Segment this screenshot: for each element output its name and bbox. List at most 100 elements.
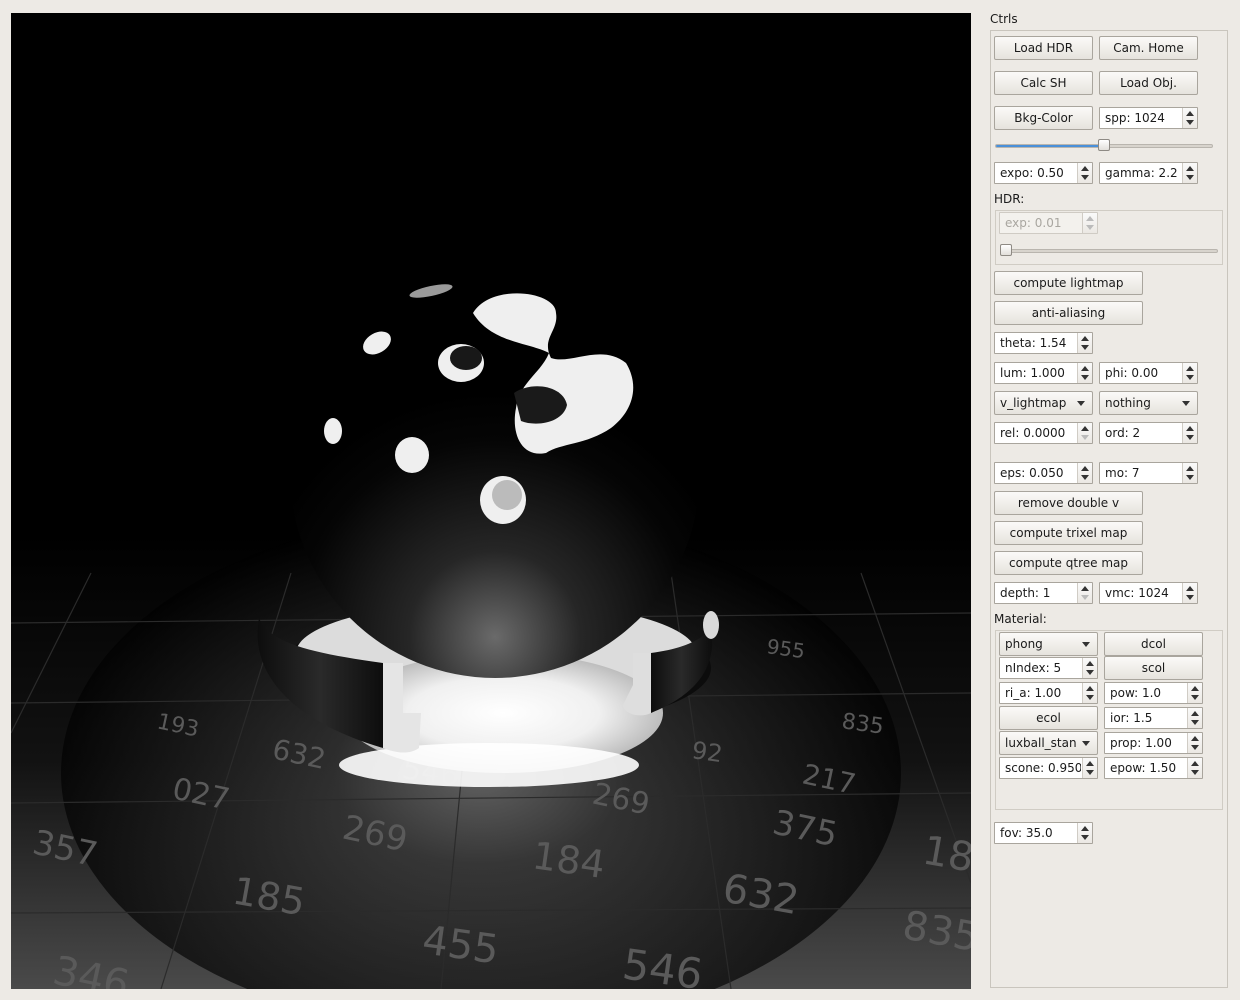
- spin-down-icon[interactable]: [1186, 595, 1194, 600]
- spin-down-icon[interactable]: [1086, 770, 1094, 775]
- spin-down-icon[interactable]: [1191, 770, 1199, 775]
- shader-select[interactable]: phong: [999, 632, 1098, 656]
- mo-spinbox[interactable]: mo: 7: [1099, 462, 1198, 484]
- hdr-slider-handle[interactable]: [1000, 244, 1012, 256]
- compute-qtree-map-button[interactable]: compute qtree map: [994, 551, 1143, 575]
- spin-up-icon[interactable]: [1086, 216, 1094, 221]
- load-hdr-button[interactable]: Load HDR: [994, 36, 1093, 60]
- remove-double-v-button[interactable]: remove double v: [994, 491, 1143, 515]
- load-obj-button[interactable]: Load Obj.: [1099, 71, 1198, 95]
- scone-spinbox[interactable]: scone: 0.950: [999, 757, 1098, 779]
- scol-button[interactable]: scol: [1104, 656, 1203, 680]
- spin-down-icon[interactable]: [1081, 475, 1089, 480]
- spin-down-icon[interactable]: [1081, 175, 1089, 180]
- luxball-select[interactable]: luxball_standard: [999, 731, 1098, 755]
- spin-down-icon[interactable]: [1086, 695, 1094, 700]
- epow-arrows[interactable]: [1187, 758, 1202, 778]
- vmc-arrows[interactable]: [1182, 583, 1197, 603]
- spin-down-icon[interactable]: [1081, 345, 1089, 350]
- ri-a-spinbox[interactable]: ri_a: 1.00: [999, 682, 1098, 704]
- hdr-slider[interactable]: [1000, 249, 1218, 253]
- spin-up-icon[interactable]: [1081, 826, 1089, 831]
- rel-arrows[interactable]: [1077, 423, 1092, 443]
- spin-down-icon[interactable]: [1081, 595, 1089, 600]
- vmc-spinbox[interactable]: vmc: 1024: [1099, 582, 1198, 604]
- spin-down-icon[interactable]: [1186, 435, 1194, 440]
- fov-arrows[interactable]: [1077, 823, 1092, 843]
- spin-up-icon[interactable]: [1186, 366, 1194, 371]
- depth-spinbox[interactable]: depth: 1: [994, 582, 1093, 604]
- spin-up-icon[interactable]: [1186, 466, 1194, 471]
- spin-up-icon[interactable]: [1191, 736, 1199, 741]
- spin-up-icon[interactable]: [1191, 761, 1199, 766]
- theta-arrows[interactable]: [1077, 333, 1092, 353]
- spin-up-icon[interactable]: [1081, 336, 1089, 341]
- pow-spinbox[interactable]: pow: 1.0: [1104, 682, 1203, 704]
- compute-trixel-map-button[interactable]: compute trixel map: [994, 521, 1143, 545]
- prop-spinbox[interactable]: prop: 1.00: [1104, 732, 1203, 754]
- spin-down-icon[interactable]: [1081, 835, 1089, 840]
- fov-spinbox[interactable]: fov: 35.0: [994, 822, 1093, 844]
- spin-up-icon[interactable]: [1186, 586, 1194, 591]
- theta-spinbox[interactable]: theta: 1.54: [994, 332, 1093, 354]
- spin-down-icon[interactable]: [1186, 120, 1194, 125]
- spp-slider-handle[interactable]: [1098, 139, 1110, 151]
- spin-up-icon[interactable]: [1186, 426, 1194, 431]
- gamma-spinbox[interactable]: gamma: 2.2: [1099, 162, 1198, 184]
- spin-up-icon[interactable]: [1086, 761, 1094, 766]
- hdr-exp-arrows[interactable]: [1082, 213, 1097, 233]
- expo-spinbox[interactable]: expo: 0.50: [994, 162, 1093, 184]
- spp-spinbox[interactable]: spp: 1024: [1099, 107, 1198, 129]
- anti-aliasing-button[interactable]: anti-aliasing: [994, 301, 1143, 325]
- spin-up-icon[interactable]: [1191, 711, 1199, 716]
- epow-spinbox[interactable]: epow: 1.50: [1104, 757, 1203, 779]
- depth-arrows[interactable]: [1077, 583, 1092, 603]
- spin-down-icon[interactable]: [1081, 375, 1089, 380]
- render-viewport[interactable]: 346 455 546 835 185 184 632 357 269 375 027 632 269 2…: [11, 13, 971, 989]
- eps-spinbox[interactable]: eps: 0.050: [994, 462, 1093, 484]
- spin-up-icon[interactable]: [1081, 586, 1089, 591]
- spin-up-icon[interactable]: [1081, 366, 1089, 371]
- gamma-arrows[interactable]: [1182, 163, 1197, 183]
- spin-up-icon[interactable]: [1081, 166, 1089, 171]
- ord-spinbox[interactable]: ord: 2: [1099, 422, 1198, 444]
- hdr-exp-spinbox[interactable]: exp: 0.01: [999, 212, 1098, 234]
- lum-spinbox[interactable]: lum: 1.000: [994, 362, 1093, 384]
- spin-down-icon[interactable]: [1191, 745, 1199, 750]
- lum-arrows[interactable]: [1077, 363, 1092, 383]
- dcol-button[interactable]: dcol: [1104, 632, 1203, 656]
- spp-arrows[interactable]: [1182, 108, 1197, 128]
- mo-arrows[interactable]: [1182, 463, 1197, 483]
- spin-down-icon[interactable]: [1186, 375, 1194, 380]
- overlay-select[interactable]: nothing: [1099, 391, 1198, 415]
- ord-arrows[interactable]: [1182, 423, 1197, 443]
- nindex-arrows[interactable]: [1082, 658, 1097, 678]
- phi-arrows[interactable]: [1182, 363, 1197, 383]
- pow-arrows[interactable]: [1187, 683, 1202, 703]
- spin-down-icon[interactable]: [1086, 225, 1094, 230]
- spin-up-icon[interactable]: [1186, 111, 1194, 116]
- spin-down-icon[interactable]: [1191, 695, 1199, 700]
- mode-select[interactable]: v_lightmap: [994, 391, 1093, 415]
- rel-spinbox[interactable]: rel: 0.0000: [994, 422, 1093, 444]
- spin-down-icon[interactable]: [1186, 175, 1194, 180]
- compute-lightmap-button[interactable]: compute lightmap: [994, 271, 1143, 295]
- cam-home-button[interactable]: Cam. Home: [1099, 36, 1198, 60]
- ior-arrows[interactable]: [1187, 708, 1202, 728]
- ior-spinbox[interactable]: ior: 1.5: [1104, 707, 1203, 729]
- phi-spinbox[interactable]: phi: 0.00: [1099, 362, 1198, 384]
- scone-arrows[interactable]: [1082, 758, 1097, 778]
- eps-arrows[interactable]: [1077, 463, 1092, 483]
- calc-sh-button[interactable]: Calc SH: [994, 71, 1093, 95]
- spin-down-icon[interactable]: [1086, 670, 1094, 675]
- ecol-button[interactable]: ecol: [999, 706, 1098, 730]
- spin-up-icon[interactable]: [1186, 166, 1194, 171]
- ri-a-arrows[interactable]: [1082, 683, 1097, 703]
- spin-up-icon[interactable]: [1191, 686, 1199, 691]
- spin-up-icon[interactable]: [1086, 661, 1094, 666]
- bkg-color-button[interactable]: Bkg-Color: [994, 106, 1093, 130]
- prop-arrows[interactable]: [1187, 733, 1202, 753]
- spin-up-icon[interactable]: [1081, 426, 1089, 431]
- spin-down-icon[interactable]: [1081, 435, 1089, 440]
- spin-down-icon[interactable]: [1186, 475, 1194, 480]
